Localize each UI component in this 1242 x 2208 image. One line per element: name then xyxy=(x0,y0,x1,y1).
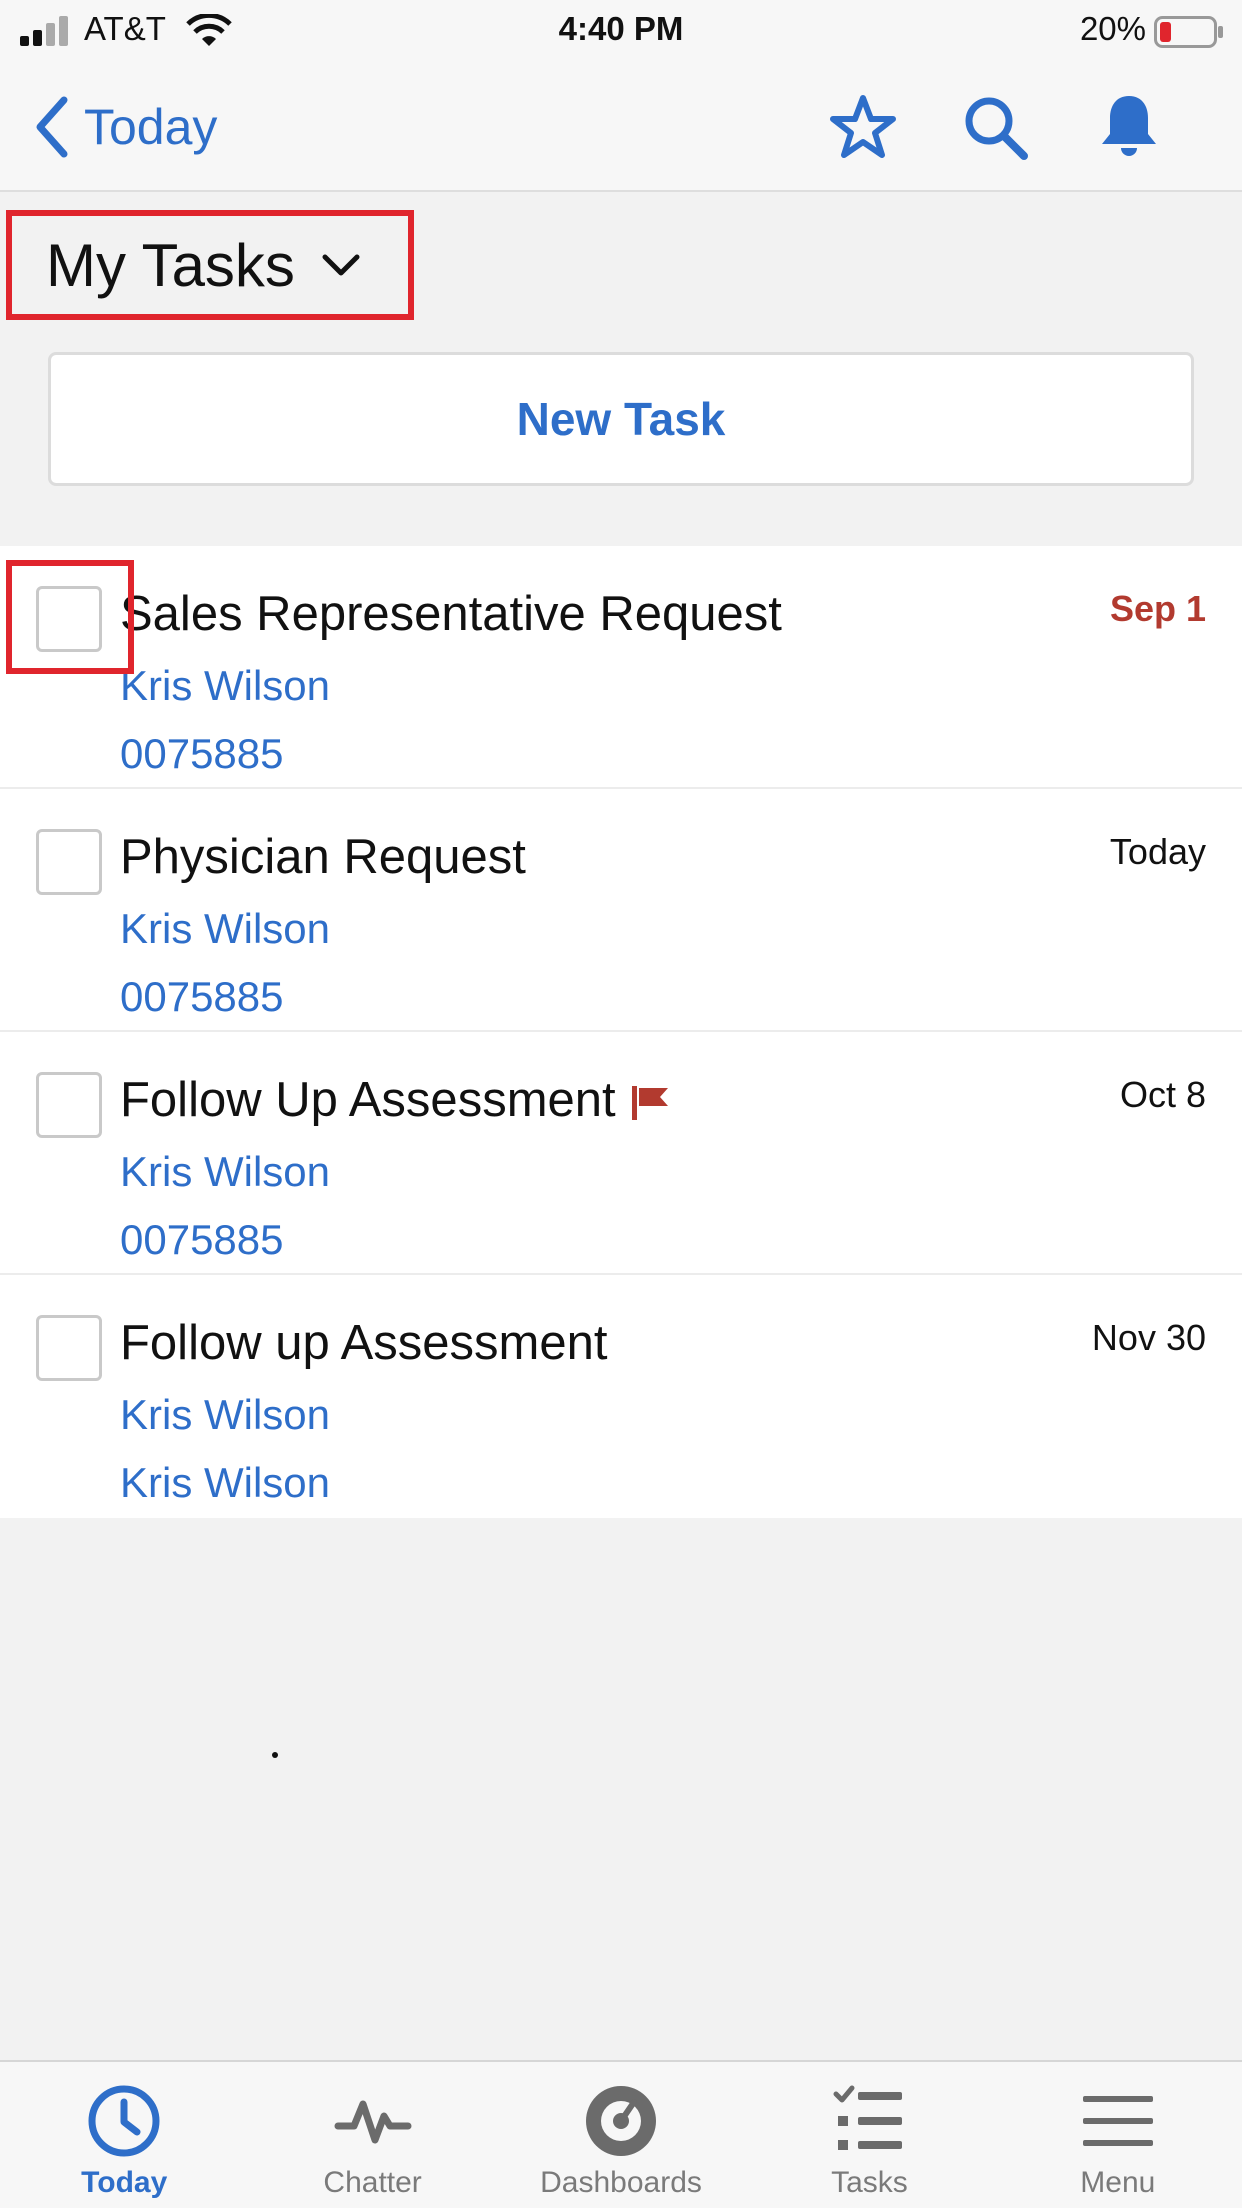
list-view-selector[interactable]: My Tasks xyxy=(6,210,414,320)
clock-icon xyxy=(88,2085,160,2157)
back-button[interactable]: Today xyxy=(34,92,217,162)
tab-tasks[interactable]: Tasks xyxy=(745,2062,993,2208)
chevron-down-icon xyxy=(322,254,360,276)
status-bar: AT&T 4:40 PM 20% xyxy=(0,0,1242,62)
task-title: Sales Representative Request xyxy=(120,587,782,641)
back-label: Today xyxy=(84,99,218,155)
search-icon[interactable] xyxy=(960,92,1030,162)
task-row[interactable]: Follow Up Assessment Kris Wilson 0075885… xyxy=(0,1032,1242,1275)
gauge-icon xyxy=(586,2086,657,2156)
tab-bar: Today Chatter Dashboards Tasks Menu xyxy=(0,2060,1242,2208)
task-related-record[interactable]: 0075885 xyxy=(120,730,284,778)
task-due-date: Oct 8 xyxy=(1119,1074,1206,1115)
stray-dot xyxy=(272,1752,278,1758)
tab-chatter[interactable]: Chatter xyxy=(248,2062,496,2208)
checklist-icon xyxy=(833,2085,903,2150)
tab-menu[interactable]: Menu xyxy=(994,2062,1242,2208)
task-row[interactable]: Physician Request Kris Wilson 0075885 To… xyxy=(0,789,1242,1032)
list-view-title: My Tasks xyxy=(46,231,295,299)
new-task-button[interactable]: New Task xyxy=(48,352,1194,486)
bell-icon[interactable] xyxy=(1094,92,1164,162)
task-related-record[interactable]: Kris Wilson xyxy=(120,1459,330,1507)
tab-label: Chatter xyxy=(323,2166,422,2199)
clock-time: 4:40 PM xyxy=(558,10,684,47)
tab-label: Dashboards xyxy=(540,2166,702,2199)
task-row[interactable]: Sales Representative Request Kris Wilson… xyxy=(0,546,1242,789)
star-icon[interactable] xyxy=(828,92,898,162)
battery-icon xyxy=(1154,16,1223,48)
tab-label: Menu xyxy=(1080,2166,1156,2199)
task-checkbox[interactable] xyxy=(36,1315,102,1381)
task-related-to[interactable]: Kris Wilson xyxy=(120,1391,330,1439)
nav-bar: Today xyxy=(0,62,1242,192)
task-related-record[interactable]: 0075885 xyxy=(120,973,284,1021)
task-due-date: Sep 1 xyxy=(1109,588,1206,629)
task-title: Physician Request xyxy=(120,830,526,884)
tab-label: Tasks xyxy=(831,2166,908,2199)
tab-dashboards[interactable]: Dashboards xyxy=(497,2062,745,2208)
tab-label: Today xyxy=(81,2166,168,2199)
hamburger-icon xyxy=(1082,2096,1153,2146)
task-checkbox[interactable] xyxy=(36,829,102,895)
task-list: Sales Representative Request Kris Wilson… xyxy=(0,546,1242,1518)
task-due-date: Today xyxy=(1109,831,1206,872)
task-related-to[interactable]: Kris Wilson xyxy=(120,662,330,710)
task-title: Follow Up Assessment xyxy=(120,1072,670,1128)
task-related-record[interactable]: 0075885 xyxy=(120,1216,284,1264)
chevron-left-icon xyxy=(36,96,68,158)
pulse-icon xyxy=(334,2100,412,2144)
task-related-to[interactable]: Kris Wilson xyxy=(120,905,330,953)
task-checkbox[interactable] xyxy=(36,586,102,652)
flag-icon xyxy=(631,1086,668,1121)
battery-percent: 20% xyxy=(1079,10,1146,47)
task-checkbox[interactable] xyxy=(36,1072,102,1138)
tab-today[interactable]: Today xyxy=(0,2062,248,2208)
task-row[interactable]: Follow up Assessment Kris Wilson Kris Wi… xyxy=(0,1275,1242,1518)
task-title: Follow up Assessment xyxy=(120,1316,608,1370)
task-related-to[interactable]: Kris Wilson xyxy=(120,1148,330,1196)
task-due-date: Nov 30 xyxy=(1091,1317,1206,1358)
